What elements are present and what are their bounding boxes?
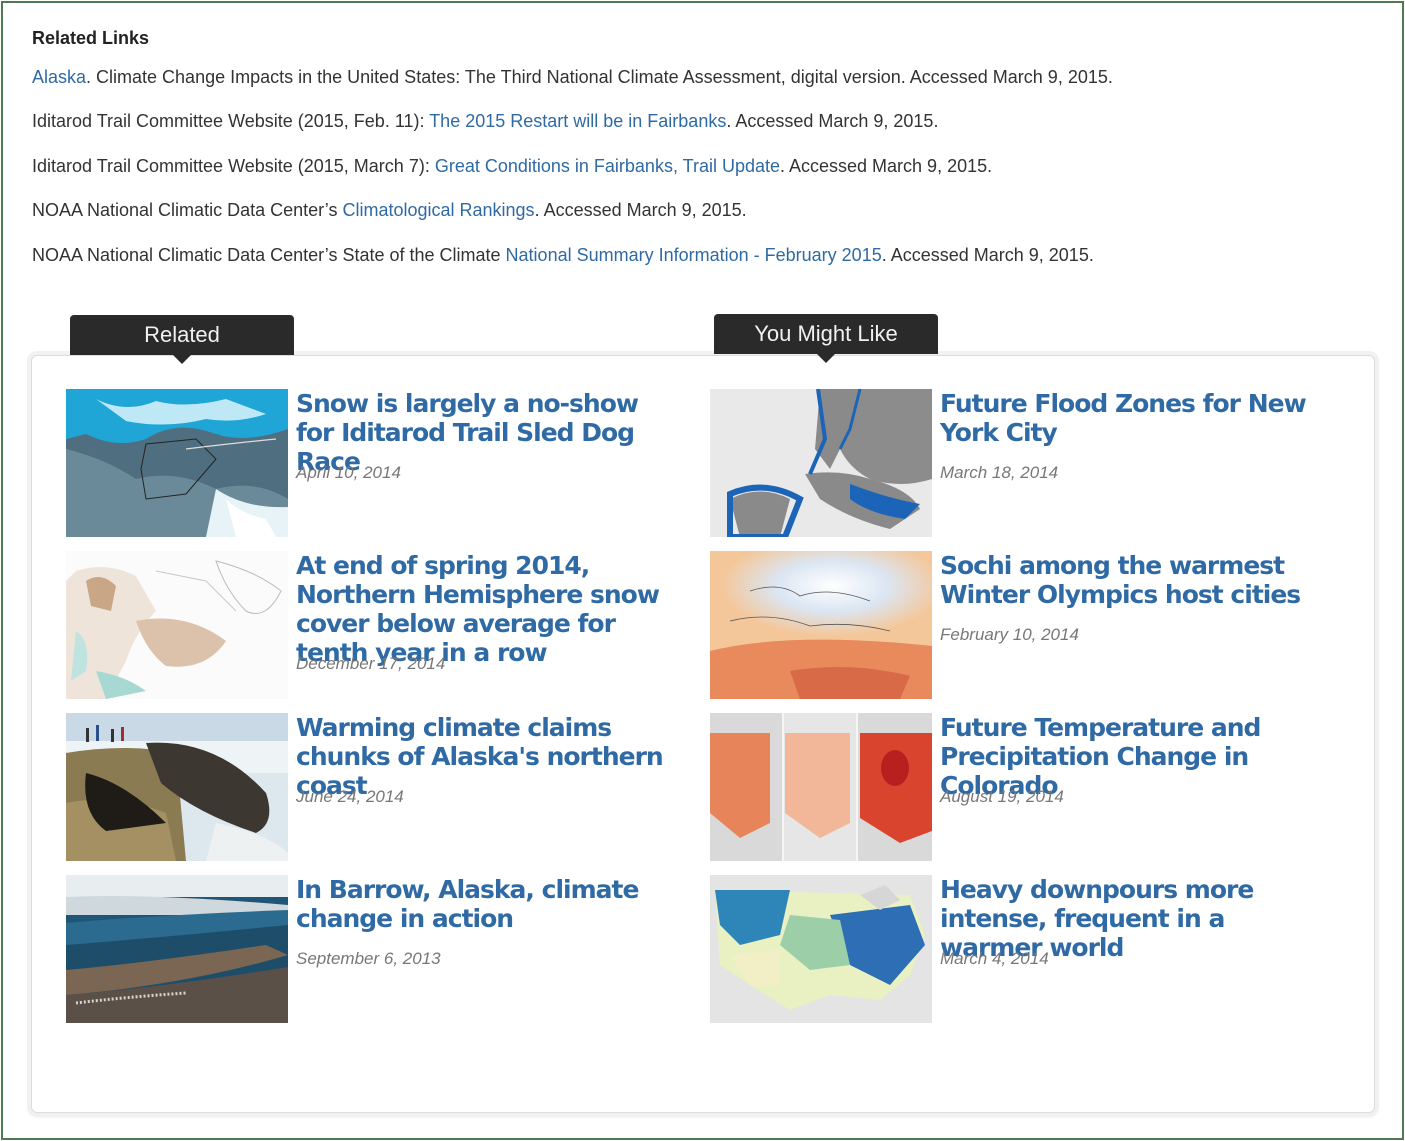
- related-card: In Barrow, Alaska, climate change in act…: [66, 875, 666, 1023]
- colorado-maps-thumbnail[interactable]: [710, 713, 932, 861]
- related-link-trail-update[interactable]: Great Conditions in Fairbanks, Trail Upd…: [435, 156, 780, 176]
- article-date: February 10, 2014: [940, 625, 1079, 644]
- article-link[interactable]: Future Flood Zones for New York City: [940, 389, 1320, 447]
- article-date: March 18, 2014: [940, 463, 1059, 482]
- tab-related[interactable]: Related: [70, 315, 294, 364]
- page-frame: Related Links Alaska. Climate Change Imp…: [1, 1, 1404, 1140]
- related-link-climatological-rankings[interactable]: Climatological Rankings: [342, 200, 534, 220]
- might-like-card: Future Temperature and Precipitation Cha…: [710, 713, 1330, 861]
- nyc-flood-map-thumbnail[interactable]: [710, 389, 932, 537]
- article-date: March 4, 2014: [940, 949, 1049, 968]
- article-link[interactable]: At end of spring 2014, Northern Hemisphe…: [296, 551, 676, 667]
- related-card: At end of spring 2014, Northern Hemisphe…: [66, 551, 666, 699]
- related-link-line: Iditarod Trail Committee Website (2015, …: [32, 155, 993, 176]
- might-like-card: Future Flood Zones for New York City Mar…: [710, 389, 1330, 537]
- might-like-card: Heavy downpours more intense, frequent i…: [710, 875, 1330, 1023]
- us-precipitation-map-thumbnail[interactable]: [710, 875, 932, 1023]
- article-date: December 17, 2014: [296, 654, 446, 673]
- related-link-national-summary[interactable]: National Summary Information - February …: [506, 245, 882, 265]
- tab-you-might-like[interactable]: You Might Like: [714, 314, 938, 363]
- europe-temperature-map-thumbnail[interactable]: [710, 551, 932, 699]
- related-card: Warming climate claims chunks of Alaska'…: [66, 713, 666, 861]
- article-link[interactable]: Sochi among the warmest Winter Olympics …: [940, 551, 1320, 609]
- related-link-line: Alaska. Climate Change Impacts in the Un…: [32, 67, 1113, 87]
- eroding-coast-photo[interactable]: [66, 713, 288, 861]
- related-links-section: Related Links Alaska. Climate Change Imp…: [32, 27, 1362, 288]
- article-date: September 6, 2013: [296, 949, 441, 968]
- related-links-heading: Related Links: [32, 28, 150, 48]
- article-date: June 24, 2014: [296, 787, 404, 806]
- related-card: Snow is largely a no-show for Iditarod T…: [66, 389, 666, 537]
- related-link-alaska[interactable]: Alaska: [32, 67, 86, 87]
- article-date: April 10, 2014: [296, 463, 401, 482]
- snow-map-thumbnail[interactable]: [66, 389, 288, 537]
- might-like-card: Sochi among the warmest Winter Olympics …: [710, 551, 1330, 699]
- article-link[interactable]: In Barrow, Alaska, climate change in act…: [296, 875, 676, 933]
- article-date: August 19, 2014: [940, 787, 1064, 806]
- related-link-line: NOAA National Climatic Data Center’s Cli…: [32, 200, 747, 221]
- related-link-line: NOAA National Climatic Data Center’s Sta…: [32, 244, 1094, 265]
- barrow-aerial-photo[interactable]: [66, 875, 288, 1023]
- related-link-restart-fairbanks[interactable]: The 2015 Restart will be in Fairbanks: [429, 111, 726, 131]
- related-content-panel: Snow is largely a no-show for Iditarod T…: [31, 355, 1375, 1113]
- related-link-line: Iditarod Trail Committee Website (2015, …: [32, 111, 939, 132]
- snow-cover-map-thumbnail[interactable]: [66, 551, 288, 699]
